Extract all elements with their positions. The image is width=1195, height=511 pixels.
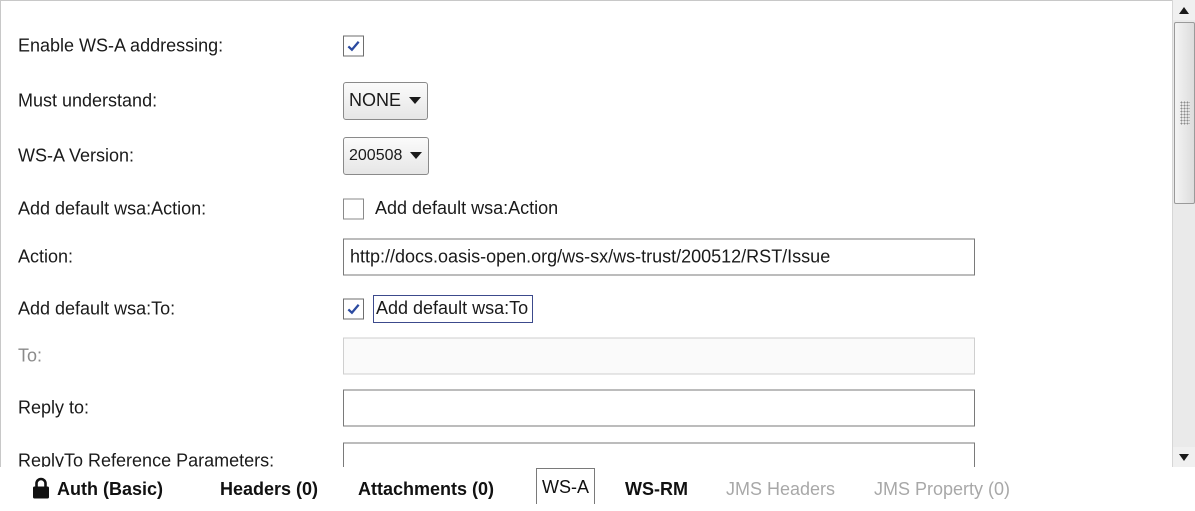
action-input[interactable]: http://docs.oasis-open.org/ws-sx/ws-trus…: [343, 238, 975, 275]
ws-a-version-label: WS-A Version:: [18, 145, 135, 165]
row-action: Action: http://docs.oasis-open.org/ws-sx…: [0, 233, 1170, 280]
ws-a-settings-panel: Enable WS-A addressing: Must understand:…: [0, 0, 1195, 467]
must-understand-select[interactable]: NONE: [343, 81, 429, 120]
add-default-to-checkbox-label[interactable]: Add default wsa:To: [373, 294, 534, 323]
must-understand-label: Must understand:: [18, 90, 158, 110]
row-reply-to-params: ReplyTo Reference Parameters:: [0, 437, 1170, 467]
row-must-understand: Must understand: NONE: [0, 77, 1170, 124]
checkmark-icon: [347, 303, 360, 314]
row-ws-a-version: WS-A Version: 200508: [0, 132, 1170, 179]
row-add-default-action: Add default wsa:Action: Add default wsa:…: [0, 185, 1170, 232]
tab-ws-rm[interactable]: WS-RM: [625, 479, 688, 500]
reply-to-params-label: ReplyTo Reference Parameters:: [18, 450, 275, 467]
add-default-to-checkbox[interactable]: [343, 298, 364, 319]
tab-jms-headers: JMS Headers: [726, 479, 836, 499]
tab-jms-property: JMS Property (0): [874, 479, 1011, 499]
arrow-up-icon: [1179, 6, 1189, 14]
row-enable-ws-a: Enable WS-A addressing:: [0, 22, 1170, 69]
to-input: [343, 337, 975, 374]
add-default-action-checkbox[interactable]: [343, 198, 364, 219]
action-label: Action:: [18, 246, 74, 266]
row-to: To:: [0, 332, 1170, 379]
enable-ws-a-checkbox[interactable]: [343, 35, 364, 56]
tab-auth[interactable]: Auth (Basic): [57, 479, 163, 500]
scroll-up-button[interactable]: [1173, 0, 1195, 20]
add-default-action-checkbox-label[interactable]: Add default wsa:Action: [373, 196, 562, 222]
to-label: To:: [18, 345, 43, 365]
add-default-action-label: Add default wsa:Action:: [18, 198, 207, 218]
vertical-scrollbar[interactable]: [1172, 0, 1195, 467]
reply-to-label: Reply to:: [18, 397, 90, 417]
lock-icon: [33, 477, 49, 499]
chevron-down-icon: [410, 152, 423, 159]
row-add-default-to: Add default wsa:To: Add default wsa:To: [0, 285, 1170, 332]
enable-ws-a-label: Enable WS-A addressing:: [18, 35, 224, 55]
reply-to-params-input[interactable]: [343, 442, 975, 467]
add-default-to-label: Add default wsa:To:: [18, 298, 176, 318]
ws-a-version-select[interactable]: 200508: [343, 136, 430, 175]
scroll-down-button[interactable]: [1173, 447, 1195, 467]
grip-icon: [1180, 101, 1190, 125]
must-understand-value: NONE: [349, 90, 402, 110]
tab-headers[interactable]: Headers (0): [220, 479, 318, 500]
tab-attachments[interactable]: Attachments (0): [358, 479, 494, 500]
scroll-thumb[interactable]: [1174, 22, 1195, 204]
reply-to-input[interactable]: [343, 389, 975, 426]
tab-ws-a[interactable]: WS-A: [536, 468, 595, 504]
ws-a-version-value: 200508: [349, 146, 403, 164]
arrow-down-icon: [1179, 453, 1189, 461]
chevron-down-icon: [409, 97, 422, 104]
checkmark-icon: [347, 40, 360, 51]
request-tab-bar: Auth (Basic) Headers (0) Attachments (0)…: [0, 467, 1195, 511]
row-reply-to: Reply to:: [0, 384, 1170, 431]
